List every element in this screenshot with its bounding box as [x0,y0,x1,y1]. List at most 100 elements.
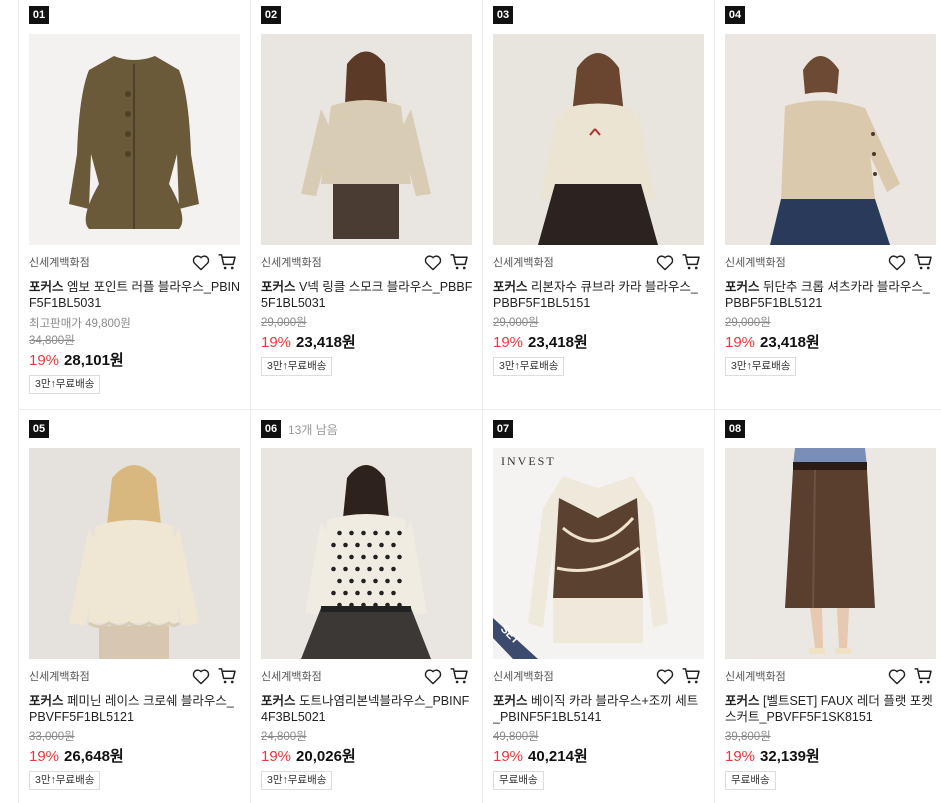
sale-price: 23,418원 [296,334,356,351]
cart-icon[interactable] [682,667,701,685]
cart-icon[interactable] [218,667,237,685]
heart-icon[interactable] [424,254,442,271]
sale-price: 40,214원 [528,748,588,765]
original-price: 33,000원 [29,731,75,743]
price-row: 19% 32,139원 [725,745,937,766]
seller-row: 신세계백화점 [261,665,473,687]
product-title[interactable]: 포커스 리본자수 큐브라 카라 블라우스_PBBF5F1BL5151 [493,279,705,311]
card-actions [888,253,933,271]
product-image[interactable] [29,34,240,245]
shipping-badge: 3만↑무료배송 [725,357,797,376]
grid-divider [250,0,251,803]
heart-icon[interactable] [888,668,906,685]
price-row: 19% 28,101원 [29,349,241,370]
seller-name[interactable]: 신세계백화점 [261,254,322,270]
cart-icon[interactable] [218,253,237,271]
original-price: 34,800원 [29,335,75,347]
price-row: 19% 40,214원 [493,745,705,766]
rank-badge: 04 [725,6,745,24]
product-title[interactable]: 포커스 [벨트SET] FAUX 레더 플랫 포켓 스커트_PBVFF5F1SK… [725,693,937,725]
sale-price: 23,418원 [760,334,820,351]
card-actions [424,253,469,271]
heart-icon[interactable] [424,668,442,685]
product-card[interactable]: 07 INVEST SET 신세계백화점포커스 베이직 카라 블라우스+조끼 세트_P… [493,419,705,790]
card-actions [656,253,701,271]
price-row: 19% 23,418원 [493,331,705,352]
product-card[interactable]: 06 13개 남음 신세계백화점 포커스 도트나염리본넥블라우스_PBINF4F3BL… [261,419,473,790]
seller-name[interactable]: 신세계백화점 [725,668,786,684]
cart-icon[interactable] [682,253,701,271]
brand-name: 포커스 [493,280,528,294]
rank-row: 05 [29,419,241,439]
brand-name: 포커스 [725,280,760,294]
rank-badge: 07 [493,420,513,438]
product-title[interactable]: 포커스 V넥 링클 스모크 블라우스_PBBF5F1BL5031 [261,279,473,311]
seller-name[interactable]: 신세계백화점 [493,254,554,270]
product-image[interactable] [261,448,472,659]
product-title[interactable]: 포커스 페미닌 레이스 크로쉐 블라우스_PBVFF5F1BL5121 [29,693,241,725]
sale-price: 23,418원 [528,334,588,351]
product-image[interactable] [725,448,936,659]
seller-row: 신세계백화점 [29,665,241,687]
heart-icon[interactable] [192,668,210,685]
product-card[interactable]: 03 신세계백화점포커스 리본자수 큐브라 카라 블라우스_PBBF5F1BL51… [493,5,705,376]
product-card[interactable]: 04 신세계백화점포커스 뒤단추 크롭 셔츠카라 블라우스_PBBF5F1BL51… [725,5,937,376]
product-image[interactable] [261,34,472,245]
product-image[interactable] [725,34,936,245]
seller-name[interactable]: 신세계백화점 [29,254,90,270]
seller-row: 신세계백화점 [725,665,937,687]
shipping-badge: 무료배송 [725,771,776,790]
price-row: 19% 20,026원 [261,745,473,766]
product-card[interactable]: 02 신세계백화점 포커스 V넥 링클 스모크 블라우스_PBBF5F1BL5031… [261,5,473,376]
discount-rate: 19% [493,748,524,765]
sale-price: 20,026원 [296,748,356,765]
product-title[interactable]: 포커스 뒤단추 크롭 셔츠카라 블라우스_PBBF5F1BL5121 [725,279,937,311]
cart-icon[interactable] [914,667,933,685]
shipping-badge: 3만↑무료배송 [261,357,333,376]
heart-icon[interactable] [656,668,674,685]
discount-rate: 19% [493,334,524,351]
seller-name[interactable]: 신세계백화점 [493,668,554,684]
product-image[interactable] [29,448,240,659]
product-grid: 01 신세계백화점 포커스 엠보 포인트 러플 블라우스_PBINF5F1BL503… [0,0,941,803]
shipping-badge: 3만↑무료배송 [261,771,333,790]
grid-divider [18,0,19,803]
card-actions [192,667,237,685]
seller-name[interactable]: 신세계백화점 [725,254,786,270]
shipping-badge: 3만↑무료배송 [29,771,101,790]
grid-divider [18,409,941,410]
grid-divider [482,0,483,803]
seller-name[interactable]: 신세계백화점 [261,668,322,684]
card-actions [656,667,701,685]
product-title[interactable]: 포커스 베이직 카라 블라우스+조끼 세트_PBINF5F1BL5141 [493,693,705,725]
cart-icon[interactable] [450,253,469,271]
seller-row: 신세계백화점 [493,251,705,273]
heart-icon[interactable] [888,254,906,271]
discount-rate: 19% [261,748,292,765]
rank-badge: 08 [725,420,745,438]
discount-rate: 19% [725,748,756,765]
product-card[interactable]: 05 신세계백화점포커스 페미닌 레이스 크로쉐 블라우스_PBVFF5F1BL5… [29,419,241,790]
rank-row: 03 [493,5,705,25]
seller-name[interactable]: 신세계백화점 [29,668,90,684]
sale-price: 28,101원 [64,352,124,369]
cart-icon[interactable] [914,253,933,271]
heart-icon[interactable] [192,254,210,271]
product-title[interactable]: 포커스 도트나염리본넥블라우스_PBINF4F3BL5021 [261,693,473,725]
shipping-badge: 3만↑무료배송 [29,375,101,394]
product-image[interactable] [493,34,704,245]
product-card[interactable]: 08 신세계백화점포커스 [벨트SET] FAUX 레더 플랫 포켓 스커트_PB… [725,419,937,790]
brand-name: 포커스 [261,694,296,708]
discount-rate: 19% [29,748,60,765]
rank-row: 01 [29,5,241,25]
heart-icon[interactable] [656,254,674,271]
product-image[interactable]: INVEST SET [493,448,704,659]
brand-name: 포커스 [261,280,296,294]
original-price: 29,000원 [261,317,307,329]
brand-name: 포커스 [29,694,64,708]
product-title[interactable]: 포커스 엠보 포인트 러플 블라우스_PBINF5F1BL5031 [29,279,241,311]
cart-icon[interactable] [450,667,469,685]
product-card[interactable]: 01 신세계백화점포커스 엠보 포인트 러플 블라우스_PBINF5F1BL503… [29,5,241,394]
seller-row: 신세계백화점 [261,251,473,273]
rank-badge: 05 [29,420,49,438]
